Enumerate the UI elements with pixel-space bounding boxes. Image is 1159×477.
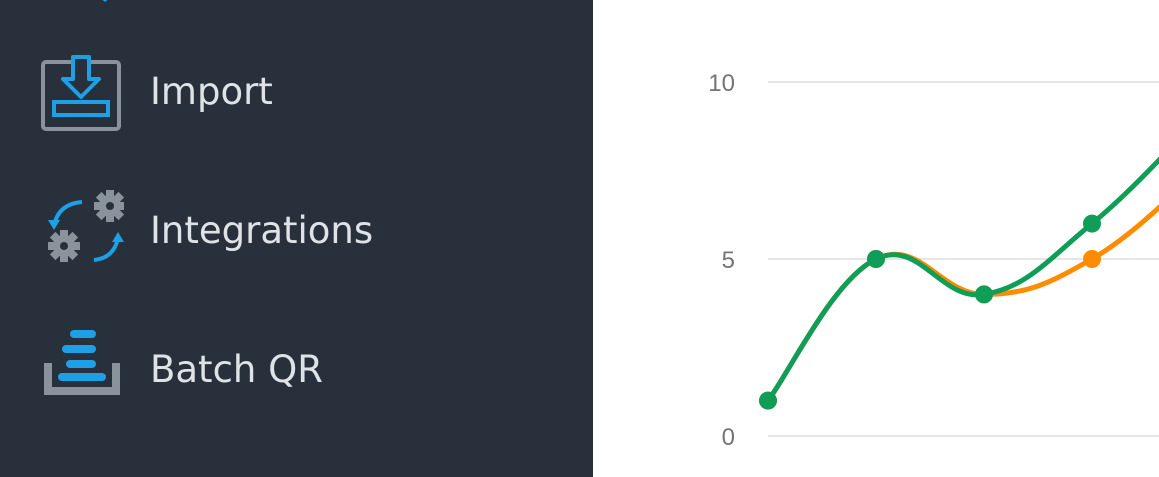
sidebar-item-label: Integrations xyxy=(150,208,374,252)
batch-qr-icon xyxy=(40,329,124,409)
series-line-0 xyxy=(766,204,1159,403)
y-tick-label: 0 xyxy=(722,424,735,451)
data-point[interactable] xyxy=(975,285,993,304)
arrow-fragment-icon xyxy=(102,0,108,2)
integrations-icon xyxy=(40,190,126,270)
sidebar-item-label: Import xyxy=(150,69,273,113)
sidebar-item-label: Batch QR xyxy=(150,347,323,391)
sidebar-item-batch-qr[interactable]: Batch QR xyxy=(40,329,540,409)
y-tick-label: 10 xyxy=(708,70,735,97)
data-point[interactable] xyxy=(1083,250,1101,268)
data-point[interactable] xyxy=(1083,214,1101,233)
sidebar: Import Integrations Batch QR xyxy=(0,0,593,477)
data-point[interactable] xyxy=(759,391,777,410)
data-point[interactable] xyxy=(867,250,885,268)
chart-svg: 0 5 10 xyxy=(708,70,1159,451)
line-chart: 0 5 10 xyxy=(593,0,1159,477)
sidebar-item-integrations[interactable]: Integrations xyxy=(40,190,540,270)
sidebar-item-import[interactable]: Import xyxy=(40,51,540,131)
y-tick-label: 5 xyxy=(722,247,735,274)
import-icon xyxy=(40,51,124,131)
